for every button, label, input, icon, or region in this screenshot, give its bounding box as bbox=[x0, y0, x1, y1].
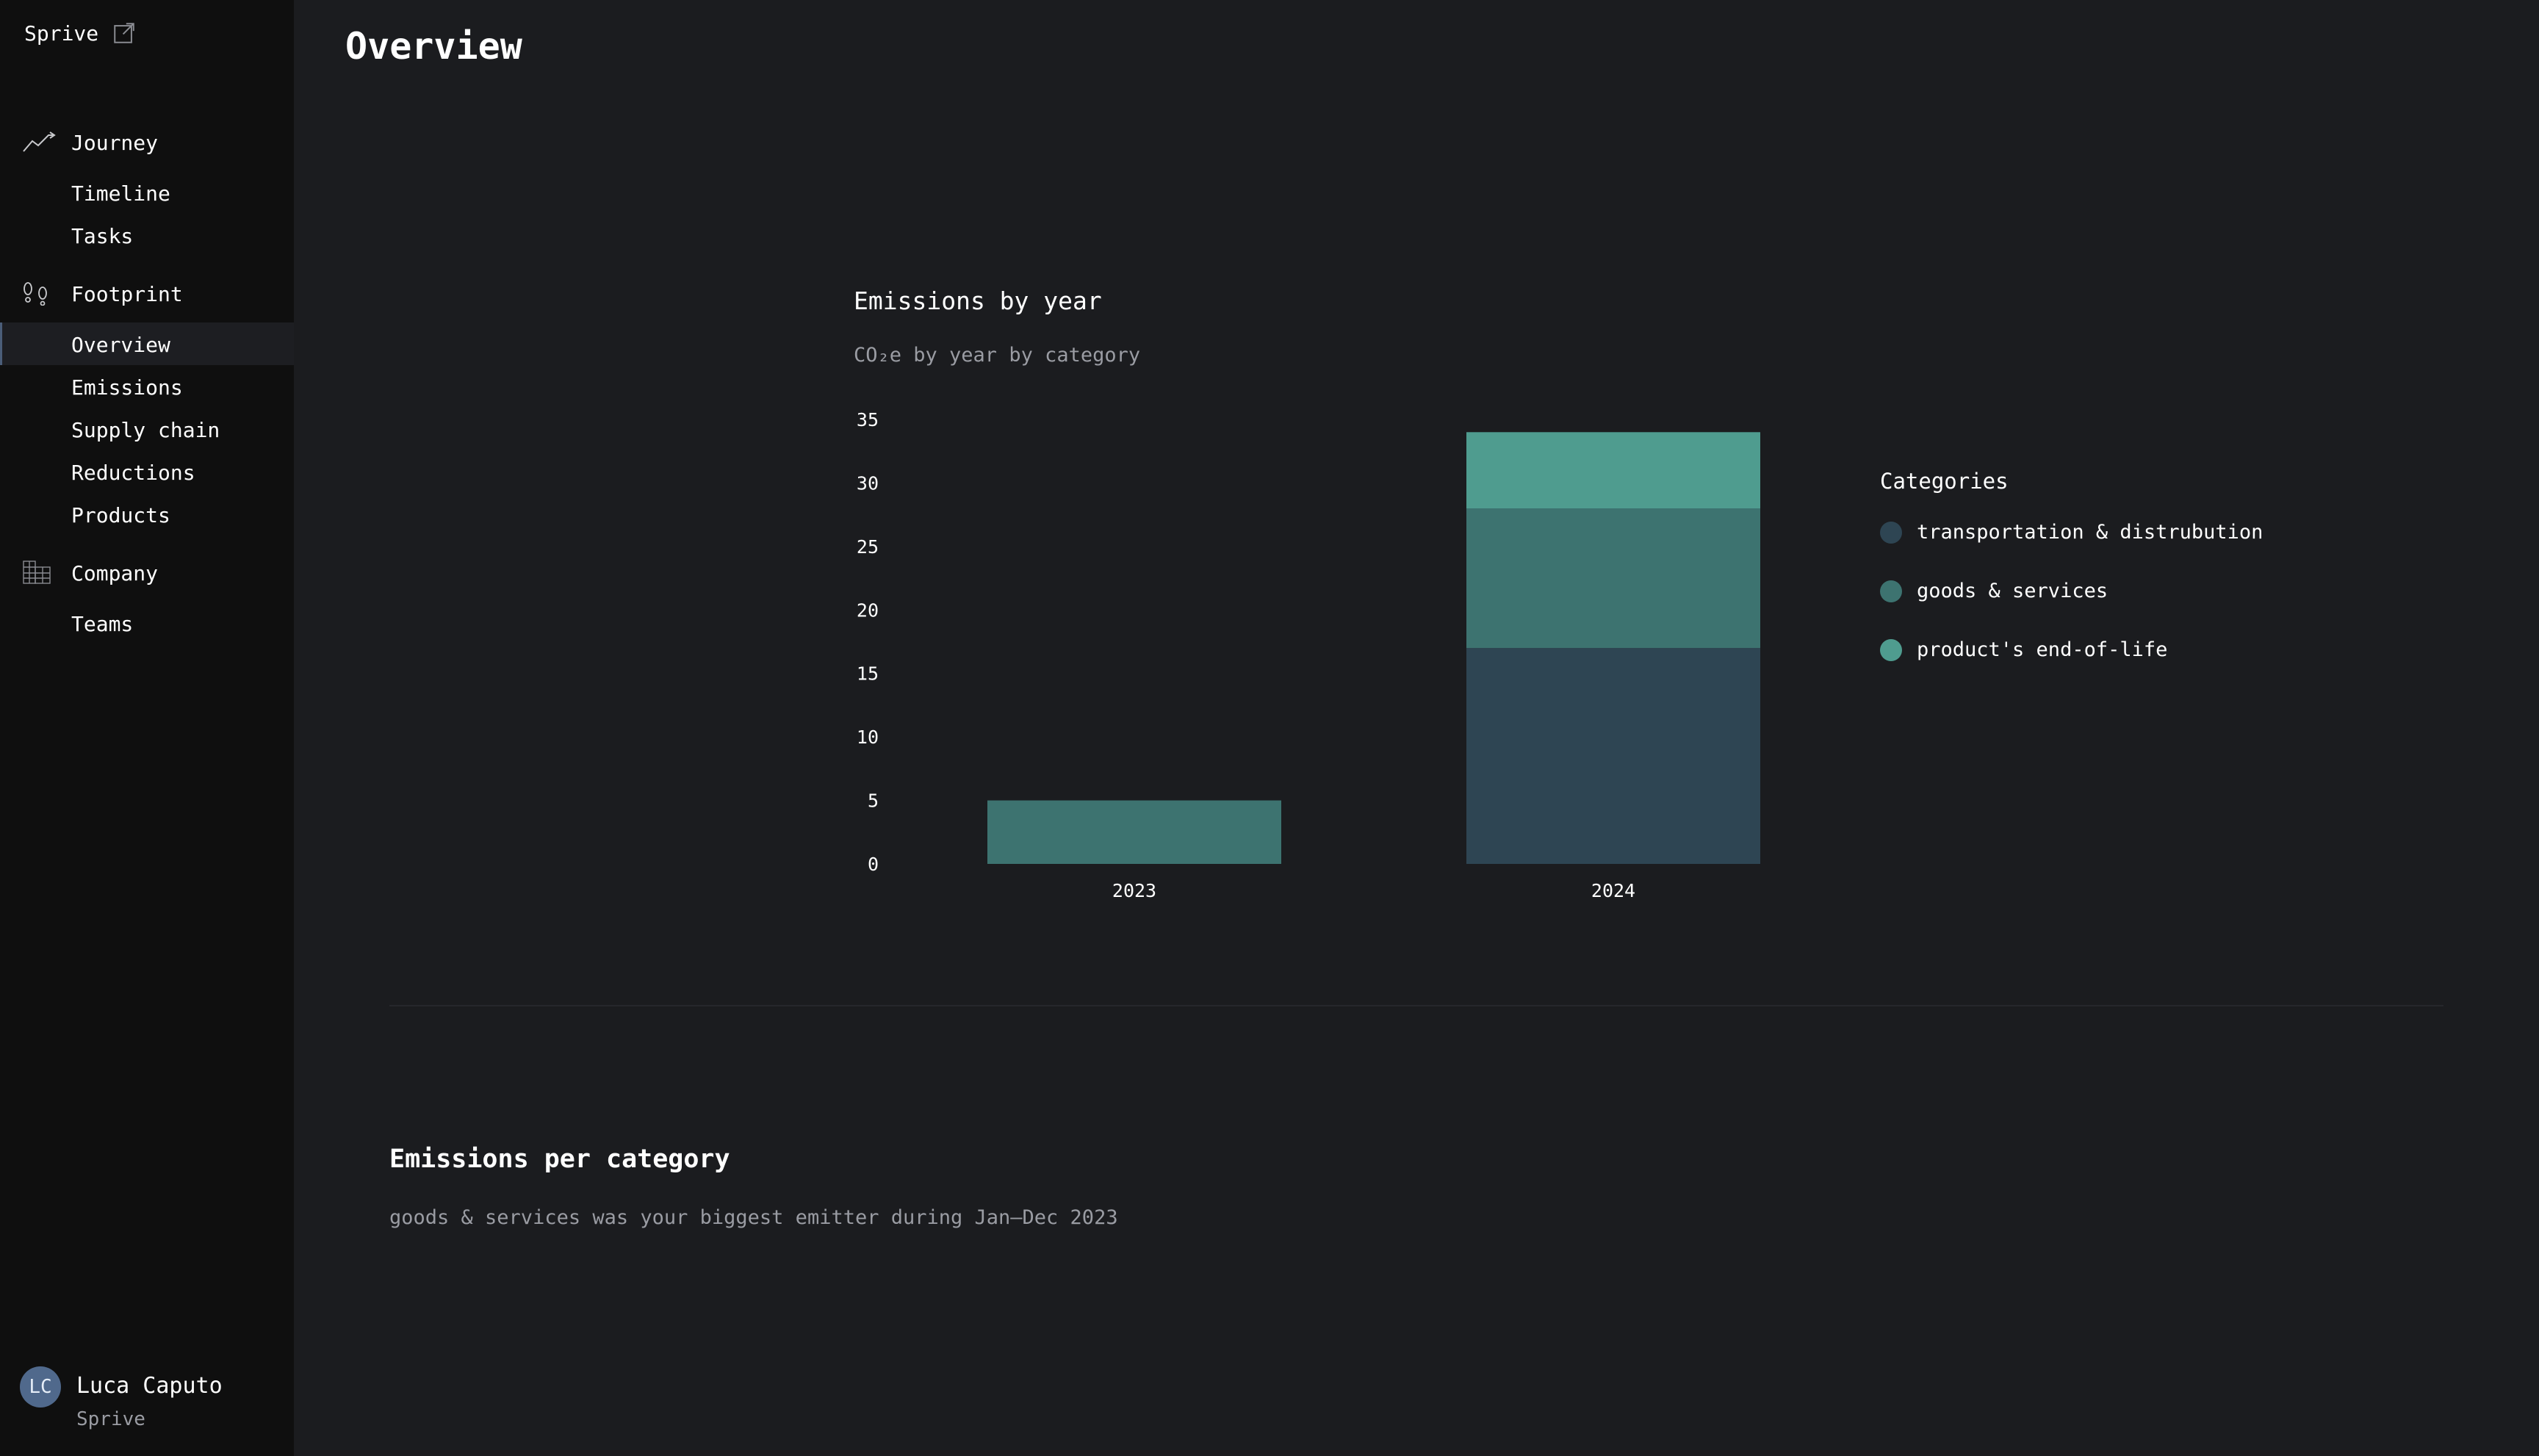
avatar: LC bbox=[20, 1366, 61, 1408]
bar-segment-2024-series-2[interactable] bbox=[1466, 432, 1760, 508]
nav-item-supply-chain[interactable]: Supply chain bbox=[0, 408, 294, 450]
user-org: Sprive bbox=[76, 1408, 145, 1430]
y-tick-label: 20 bbox=[857, 599, 879, 621]
nav-item-label: Supply chain bbox=[71, 418, 220, 442]
nav-item-reductions[interactable]: Reductions bbox=[0, 450, 294, 493]
nav-item-timeline[interactable]: Timeline bbox=[0, 171, 294, 214]
bar-segment-2024-series-1[interactable] bbox=[1466, 508, 1760, 649]
nav-item-label: Timeline bbox=[71, 181, 170, 206]
legend-dot-icon bbox=[1880, 521, 1902, 544]
nav-group-company[interactable]: Company bbox=[0, 551, 294, 594]
legend-item[interactable]: goods & services bbox=[1880, 580, 2108, 602]
nav-item-products[interactable]: Products bbox=[0, 493, 294, 536]
chart-subtitle: CO₂e by year by category bbox=[854, 344, 1141, 367]
nav-group-journey[interactable]: Journey bbox=[0, 120, 294, 163]
y-tick-label: 0 bbox=[868, 854, 879, 875]
legend-dot-icon bbox=[1880, 580, 1902, 602]
y-tick-label: 5 bbox=[868, 790, 879, 812]
legend-item[interactable]: product's end-of-life bbox=[1880, 638, 2167, 661]
bar-segment-2023-series-1[interactable] bbox=[987, 800, 1281, 864]
nav-item-label: Emissions bbox=[71, 375, 183, 400]
emissions-bar-chart: 0 5 10 15 20 25 30 35 2023 2024 bbox=[857, 409, 1760, 901]
legend-title: Categories bbox=[1880, 469, 2009, 494]
category-section-title: Emissions per category bbox=[389, 1145, 730, 1174]
nav-item-label: Teams bbox=[71, 612, 134, 636]
nav-group-label: Footprint bbox=[71, 282, 183, 306]
section-divider bbox=[389, 1005, 2443, 1006]
category-section-text: goods & services was your biggest emitte… bbox=[389, 1206, 1118, 1229]
legend-dot-icon bbox=[1880, 638, 1902, 661]
sidebar: Sprive Journey Timeline Tasks Footprint … bbox=[0, 0, 294, 1456]
legend-item[interactable]: transportation & distrubution bbox=[1880, 521, 2263, 544]
nav-item-label: Reductions bbox=[71, 461, 195, 485]
nav-item-label: Tasks bbox=[71, 224, 134, 248]
nav-group-label: Company bbox=[71, 561, 159, 585]
y-tick-label: 35 bbox=[857, 409, 879, 430]
legend-label: product's end-of-life bbox=[1917, 638, 2168, 661]
building-icon bbox=[23, 561, 51, 584]
trend-line-icon bbox=[23, 131, 56, 152]
y-tick-label: 30 bbox=[857, 472, 879, 494]
legend-label: transportation & distrubution bbox=[1917, 521, 2264, 544]
y-tick-label: 15 bbox=[857, 663, 879, 685]
nav-item-label: Overview bbox=[71, 333, 170, 357]
nav-item-emissions[interactable]: Emissions bbox=[0, 365, 294, 408]
user-name: Luca Caputo bbox=[76, 1373, 223, 1399]
page-title: Overview bbox=[345, 25, 522, 68]
brand-link[interactable]: Sprive bbox=[24, 21, 137, 46]
external-link-icon bbox=[114, 23, 134, 43]
footprints-icon bbox=[24, 282, 47, 306]
nav-item-overview[interactable]: Overview bbox=[0, 322, 294, 365]
bar-segment-2024-series-0[interactable] bbox=[1466, 648, 1760, 864]
nav-item-label: Products bbox=[71, 503, 170, 527]
nav-group-footprint[interactable]: Footprint bbox=[0, 272, 294, 314]
chart-title: Emissions by year bbox=[854, 286, 1102, 315]
y-tick-label: 25 bbox=[857, 536, 879, 558]
x-tick-label: 2023 bbox=[1112, 880, 1156, 901]
nav-group-label: Journey bbox=[71, 131, 159, 155]
x-tick-label: 2024 bbox=[1591, 880, 1635, 901]
brand-name: Sprive bbox=[24, 21, 99, 46]
nav-item-teams[interactable]: Teams bbox=[0, 602, 294, 644]
y-tick-label: 10 bbox=[857, 727, 879, 748]
legend-label: goods & services bbox=[1917, 580, 2108, 602]
nav-item-tasks[interactable]: Tasks bbox=[0, 214, 294, 256]
